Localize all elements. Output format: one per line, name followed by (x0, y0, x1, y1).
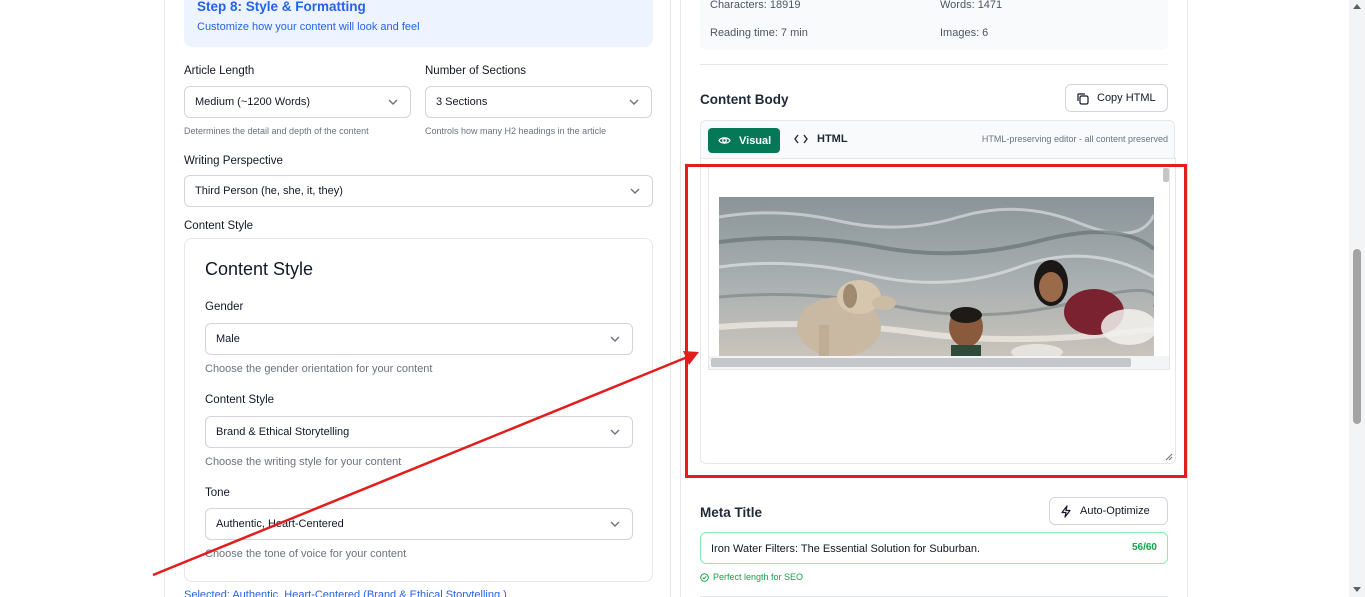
chevron-down-icon (610, 521, 620, 527)
copy-icon (1077, 92, 1089, 105)
check-circle-icon (700, 572, 709, 582)
style-label: Content Style (205, 394, 275, 406)
content-style-label: Content Style (184, 220, 254, 232)
step-subtitle: Customize how your content will look and… (197, 21, 420, 33)
copy-html-button[interactable]: Copy HTML (1065, 84, 1168, 112)
tab-visual-label: Visual (739, 134, 772, 147)
reading-time-stat: Reading time: 7 min (710, 27, 808, 39)
auto-optimize-label: Auto-Optimize (1080, 505, 1150, 517)
chevron-down-icon (388, 99, 398, 105)
lightning-icon (1061, 504, 1071, 518)
chevron-down-icon (630, 188, 640, 194)
tone-value: Authentic, Heart-Centered (216, 518, 344, 530)
chevron-down-icon (610, 336, 620, 342)
style-formatting-panel: Step 8: Style & Formatting Customize how… (164, 0, 671, 597)
scroll-down-icon[interactable] (1353, 587, 1361, 592)
gender-label: Gender (205, 301, 244, 313)
meta-title-value: Iron Water Filters: The Essential Soluti… (711, 543, 981, 555)
chevron-down-icon (629, 99, 639, 105)
stats-box: Characters: 18919 Words: 1471 Reading ti… (700, 0, 1168, 50)
auto-optimize-button[interactable]: Auto-Optimize (1049, 497, 1168, 525)
gender-value: Male (216, 333, 240, 345)
perspective-label: Writing Perspective (184, 155, 283, 167)
meta-status: Perfect length for SEO (700, 572, 803, 582)
meta-title-count: 56/60 (1131, 542, 1157, 553)
selected-summary: Selected: Authentic, Heart-Centered (Bra… (184, 589, 507, 597)
sections-select[interactable]: 3 Sections (425, 86, 652, 118)
gender-select[interactable]: Male (205, 323, 633, 355)
perspective-select[interactable]: Third Person (he, she, it, they) (184, 175, 653, 207)
sections-hint: Controls how many H2 headings in the art… (425, 126, 607, 136)
article-length-label: Article Length (184, 65, 255, 77)
article-length-select[interactable]: Medium (~1200 Words) (184, 86, 411, 118)
editor-toolbar: Visual HTML HTML-preserving editor - all… (700, 120, 1175, 158)
scroll-up-icon[interactable] (1353, 4, 1361, 9)
characters-stat: Characters: 18919 (710, 0, 801, 11)
meta-title-heading: Meta Title (700, 505, 763, 520)
step-title: Step 8: Style & Formatting (197, 0, 366, 14)
meta-title-input[interactable]: Iron Water Filters: The Essential Soluti… (700, 532, 1168, 564)
step-header: Step 8: Style & Formatting Customize how… (184, 0, 653, 47)
perspective-value: Third Person (he, she, it, they) (195, 185, 343, 197)
meta-status-label: Perfect length for SEO (713, 572, 804, 582)
sections-label: Number of Sections (425, 65, 526, 77)
article-length-value: Medium (~1200 Words) (195, 96, 311, 108)
page-scrollbar-thumb[interactable] (1353, 249, 1361, 424)
gender-hint: Choose the gender orientation for your c… (205, 363, 433, 375)
content-body-title: Content Body (700, 92, 789, 107)
code-icon (794, 134, 808, 144)
tab-html-label: HTML (817, 133, 848, 145)
chevron-down-icon (610, 429, 620, 435)
tab-visual[interactable]: Visual (708, 128, 780, 153)
content-style-card: Content Style Gender Male Choose the gen… (184, 238, 653, 582)
tab-html[interactable]: HTML (794, 133, 848, 145)
tone-select[interactable]: Authentic, Heart-Centered (205, 508, 633, 540)
style-value: Brand & Ethical Storytelling (216, 426, 350, 438)
editor-note: HTML-preserving editor - all content pre… (981, 134, 1168, 144)
style-hint: Choose the writing style for your conten… (205, 456, 402, 468)
highlight-box (685, 164, 1187, 478)
divider (700, 64, 1168, 65)
page: Step 8: Style & Formatting Customize how… (0, 0, 1365, 597)
images-stat: Images: 6 (940, 27, 989, 39)
copy-html-label: Copy HTML (1097, 92, 1156, 104)
card-title: Content Style (205, 259, 314, 279)
page-scrollbar[interactable] (1349, 0, 1365, 597)
style-select[interactable]: Brand & Ethical Storytelling (205, 416, 633, 448)
article-length-hint: Determines the detail and depth of the c… (184, 126, 369, 136)
sections-value: 3 Sections (436, 96, 488, 108)
eye-icon (718, 137, 731, 144)
tone-label: Tone (205, 487, 230, 499)
words-stat: Words: 1471 (940, 0, 1003, 11)
tone-hint: Choose the tone of voice for your conten… (205, 548, 407, 560)
